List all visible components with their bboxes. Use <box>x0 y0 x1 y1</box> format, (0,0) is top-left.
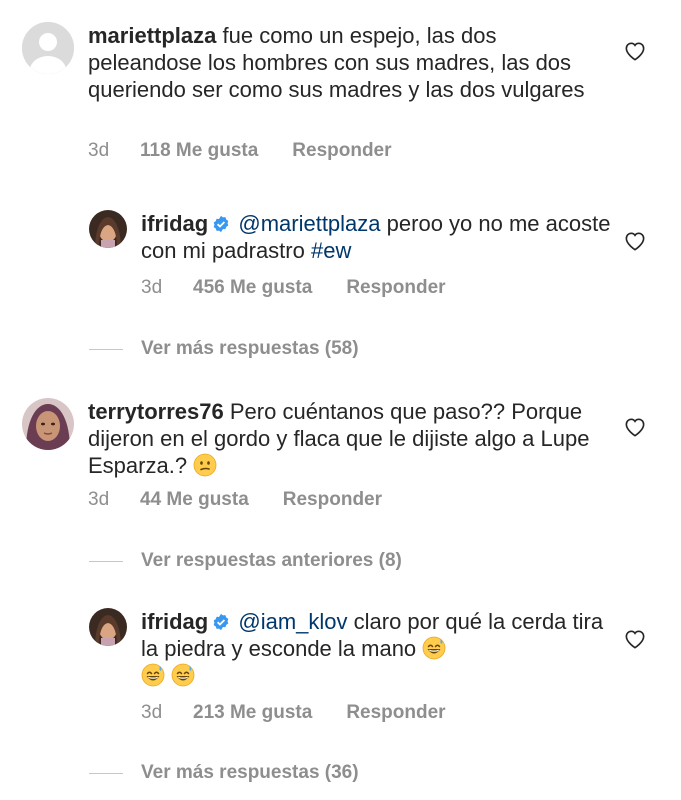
like-heart-icon[interactable] <box>624 417 646 437</box>
reply-button[interactable]: Responder <box>346 277 445 299</box>
view-more-replies-button[interactable]: Ver más respuestas (58) <box>89 338 359 360</box>
grinning-sweat-face-emoji-icon <box>422 636 446 660</box>
reply-body: claro por qué la cerda tira la piedra y … <box>141 609 604 661</box>
hashtag-link[interactable]: #ew <box>311 238 351 263</box>
comment-meta: 3d 118 Me gusta Responder <box>88 140 392 162</box>
verified-badge-icon <box>212 212 230 233</box>
like-heart-icon[interactable] <box>624 41 646 61</box>
comment-text: mariettplaza fue como un espejo, las dos… <box>88 22 608 103</box>
comment-text: terrytorres76 Pero cuéntanos que paso?? … <box>88 398 608 479</box>
profile-photo-icon <box>22 398 74 450</box>
likes-count[interactable]: 456 Me gusta <box>193 277 312 299</box>
divider-line <box>89 772 123 774</box>
reply-text: ifridag @iam_klov claro por qué la cerda… <box>141 608 611 689</box>
divider-line <box>89 560 123 562</box>
timestamp: 3d <box>141 702 163 723</box>
username[interactable]: mariettplaza <box>88 23 216 48</box>
view-more-label[interactable]: Ver más respuestas (36) <box>141 762 359 784</box>
avatar[interactable] <box>22 398 74 450</box>
like-heart-icon[interactable] <box>624 629 646 649</box>
mention-link[interactable]: @iam_klov <box>238 609 347 634</box>
grinning-sweat-face-emoji-icon <box>141 663 165 687</box>
likes-count[interactable]: 44 Me gusta <box>140 489 249 511</box>
reply-text: ifridag @mariettplaza peroo yo no me aco… <box>141 210 611 264</box>
reply-button[interactable]: Responder <box>346 702 445 724</box>
timestamp: 3d <box>141 277 163 298</box>
comment-meta: 3d 44 Me gusta Responder <box>88 489 382 511</box>
confused-face-emoji-icon <box>193 453 217 477</box>
username[interactable]: ifridag <box>141 211 208 236</box>
likes-count[interactable]: 213 Me gusta <box>193 702 312 724</box>
mention-link[interactable]: @mariettplaza <box>238 211 380 236</box>
likes-count[interactable]: 118 Me gusta <box>140 140 258 162</box>
profile-photo-icon <box>89 608 127 646</box>
default-avatar-icon <box>22 22 74 74</box>
grinning-sweat-face-emoji-icon <box>171 663 195 687</box>
profile-photo-icon <box>89 210 127 248</box>
timestamp: 3d <box>88 489 110 510</box>
view-previous-label[interactable]: Ver respuestas anteriores (8) <box>141 550 402 572</box>
avatar[interactable] <box>89 608 127 646</box>
username[interactable]: ifridag <box>141 609 208 634</box>
timestamp: 3d <box>88 140 110 161</box>
avatar[interactable] <box>22 22 74 74</box>
like-heart-icon[interactable] <box>624 231 646 251</box>
username[interactable]: terrytorres76 <box>88 399 224 424</box>
reply-meta: 3d 456 Me gusta Responder <box>141 277 446 299</box>
reply-button[interactable]: Responder <box>283 489 382 511</box>
reply-button[interactable]: Responder <box>292 140 391 162</box>
divider-line <box>89 348 123 350</box>
view-previous-replies-button[interactable]: Ver respuestas anteriores (8) <box>89 550 402 572</box>
avatar[interactable] <box>89 210 127 248</box>
view-more-replies-button[interactable]: Ver más respuestas (36) <box>89 762 359 784</box>
verified-badge-icon <box>212 610 230 631</box>
reply-meta: 3d 213 Me gusta Responder <box>141 702 446 724</box>
view-more-label[interactable]: Ver más respuestas (58) <box>141 338 359 360</box>
